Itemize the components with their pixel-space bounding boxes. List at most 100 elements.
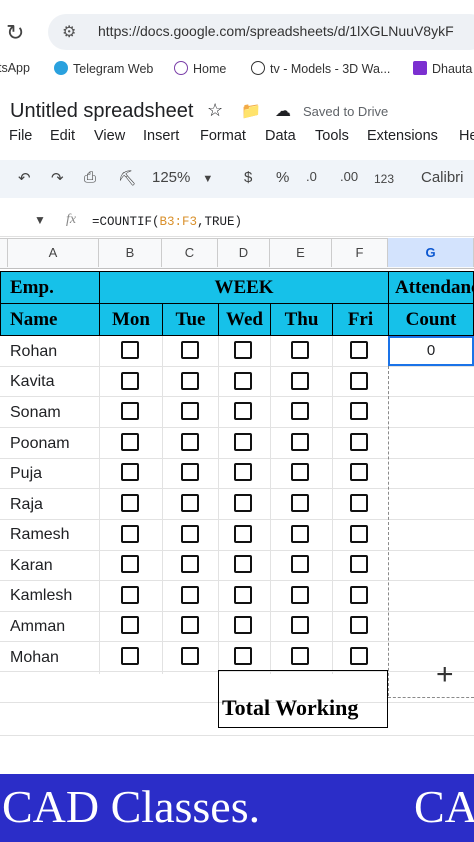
column-header-c[interactable]: C [162, 238, 218, 267]
bookmark-whatsapp[interactable]: tsApp [0, 61, 30, 75]
attendance-checkbox[interactable] [291, 586, 309, 604]
attendance-checkbox[interactable] [291, 433, 309, 451]
attendance-checkbox[interactable] [234, 341, 252, 359]
column-header-d[interactable]: D [218, 238, 270, 267]
attendance-checkbox[interactable] [121, 525, 139, 543]
attendance-count-cell[interactable]: 0 [388, 336, 474, 366]
menu-edit[interactable]: Edit [50, 128, 75, 144]
column-header-e[interactable]: E [270, 238, 332, 267]
number-format-button[interactable]: 123 [374, 172, 394, 186]
menu-data[interactable]: Data [265, 128, 296, 144]
attendance-checkbox[interactable] [181, 372, 199, 390]
attendance-checkbox[interactable] [121, 555, 139, 573]
attendance-checkbox[interactable] [291, 402, 309, 420]
attendance-checkbox[interactable] [350, 616, 368, 634]
attendance-checkbox[interactable] [121, 341, 139, 359]
attendance-checkbox[interactable] [181, 586, 199, 604]
menu-insert[interactable]: Insert [143, 128, 179, 144]
attendance-checkbox[interactable] [350, 402, 368, 420]
formula-input[interactable]: =COUNTIF(B3:F3,TRUE) [92, 215, 242, 229]
redo-icon[interactable]: ↷ [51, 169, 64, 187]
attendance-checkbox[interactable] [291, 494, 309, 512]
name-box-dropdown-icon[interactable]: ▼ [34, 213, 46, 227]
attendance-checkbox[interactable] [350, 341, 368, 359]
zoom-select[interactable]: 125% ▼ [152, 169, 213, 186]
attendance-checkbox[interactable] [350, 463, 368, 481]
attendance-checkbox[interactable] [291, 647, 309, 665]
attendance-checkbox[interactable] [234, 586, 252, 604]
menu-tools[interactable]: Tools [315, 128, 349, 144]
attendance-checkbox[interactable] [291, 372, 309, 390]
bookmark-telegram[interactable]: Telegram Web [54, 61, 153, 76]
attendance-checkbox[interactable] [181, 525, 199, 543]
header-week[interactable]: WEEK [99, 271, 389, 304]
attendance-checkbox[interactable] [350, 555, 368, 573]
attendance-checkbox[interactable] [121, 586, 139, 604]
attendance-checkbox[interactable] [234, 525, 252, 543]
attendance-checkbox[interactable] [181, 341, 199, 359]
employee-name[interactable]: Karan [10, 557, 53, 575]
attendance-checkbox[interactable] [350, 525, 368, 543]
employee-name[interactable]: Rohan [10, 343, 57, 361]
header-emp[interactable]: Emp. [0, 271, 100, 304]
increase-decimal-button[interactable]: .00 [340, 169, 358, 184]
url-field[interactable]: https://docs.google.com/spreadsheets/d/1… [98, 23, 454, 39]
bookmark-dhauta[interactable]: Dhauta [413, 61, 472, 76]
menu-help[interactable]: He [459, 128, 474, 144]
column-header-a[interactable]: A [8, 238, 99, 267]
employee-name[interactable]: Sonam [10, 404, 61, 422]
print-icon[interactable]: ⎙ [84, 169, 96, 186]
attendance-checkbox[interactable] [181, 402, 199, 420]
employee-name[interactable]: Mohan [10, 649, 59, 667]
attendance-checkbox[interactable] [181, 555, 199, 573]
site-info-icon[interactable]: ⚙ [62, 22, 76, 42]
attendance-checkbox[interactable] [234, 647, 252, 665]
employee-name[interactable]: Puja [10, 465, 42, 483]
attendance-checkbox[interactable] [234, 494, 252, 512]
attendance-checkbox[interactable] [121, 402, 139, 420]
attendance-checkbox[interactable] [234, 372, 252, 390]
attendance-checkbox[interactable] [121, 433, 139, 451]
attendance-checkbox[interactable] [181, 494, 199, 512]
employee-name[interactable]: Ramesh [10, 526, 70, 544]
employee-name[interactable]: Poonam [10, 435, 70, 453]
attendance-checkbox[interactable] [121, 494, 139, 512]
header-name[interactable]: Name [0, 303, 100, 336]
bookmark-home[interactable]: Home [174, 61, 226, 76]
header-mon[interactable]: Mon [99, 303, 163, 336]
attendance-checkbox[interactable] [291, 616, 309, 634]
attendance-checkbox[interactable] [350, 494, 368, 512]
attendance-checkbox[interactable] [291, 555, 309, 573]
attendance-checkbox[interactable] [181, 463, 199, 481]
attendance-checkbox[interactable] [234, 616, 252, 634]
document-title[interactable]: Untitled spreadsheet [10, 100, 193, 123]
bookmark-tv[interactable]: tv - Models - 3D Wa... [251, 61, 390, 76]
currency-button[interactable]: $ [244, 169, 252, 186]
header-tue[interactable]: Tue [162, 303, 219, 336]
attendance-checkbox[interactable] [121, 372, 139, 390]
attendance-checkbox[interactable] [350, 586, 368, 604]
attendance-checkbox[interactable] [181, 647, 199, 665]
undo-icon[interactable]: ↶ [18, 169, 31, 187]
menu-view[interactable]: View [94, 128, 125, 144]
reload-icon[interactable]: ↻ [6, 20, 24, 46]
header-attendance[interactable]: Attendance [388, 271, 474, 304]
header-count[interactable]: Count [388, 303, 474, 336]
attendance-checkbox[interactable] [121, 647, 139, 665]
attendance-checkbox[interactable] [291, 525, 309, 543]
employee-name[interactable]: Kavita [10, 373, 54, 391]
attendance-checkbox[interactable] [181, 616, 199, 634]
attendance-checkbox[interactable] [350, 433, 368, 451]
employee-name[interactable]: Kamlesh [10, 587, 72, 605]
row-header-corner[interactable] [0, 238, 8, 267]
column-header-g[interactable]: G [388, 238, 474, 267]
header-wed[interactable]: Wed [218, 303, 271, 336]
decrease-decimal-button[interactable]: .0 [306, 169, 317, 184]
header-thu[interactable]: Thu [270, 303, 333, 336]
menu-format[interactable]: Format [200, 128, 246, 144]
attendance-checkbox[interactable] [234, 433, 252, 451]
font-select[interactable]: Calibri [421, 169, 464, 186]
employee-name[interactable]: Amman [10, 618, 65, 636]
attendance-checkbox[interactable] [291, 463, 309, 481]
star-icon[interactable]: ☆ [207, 100, 223, 121]
